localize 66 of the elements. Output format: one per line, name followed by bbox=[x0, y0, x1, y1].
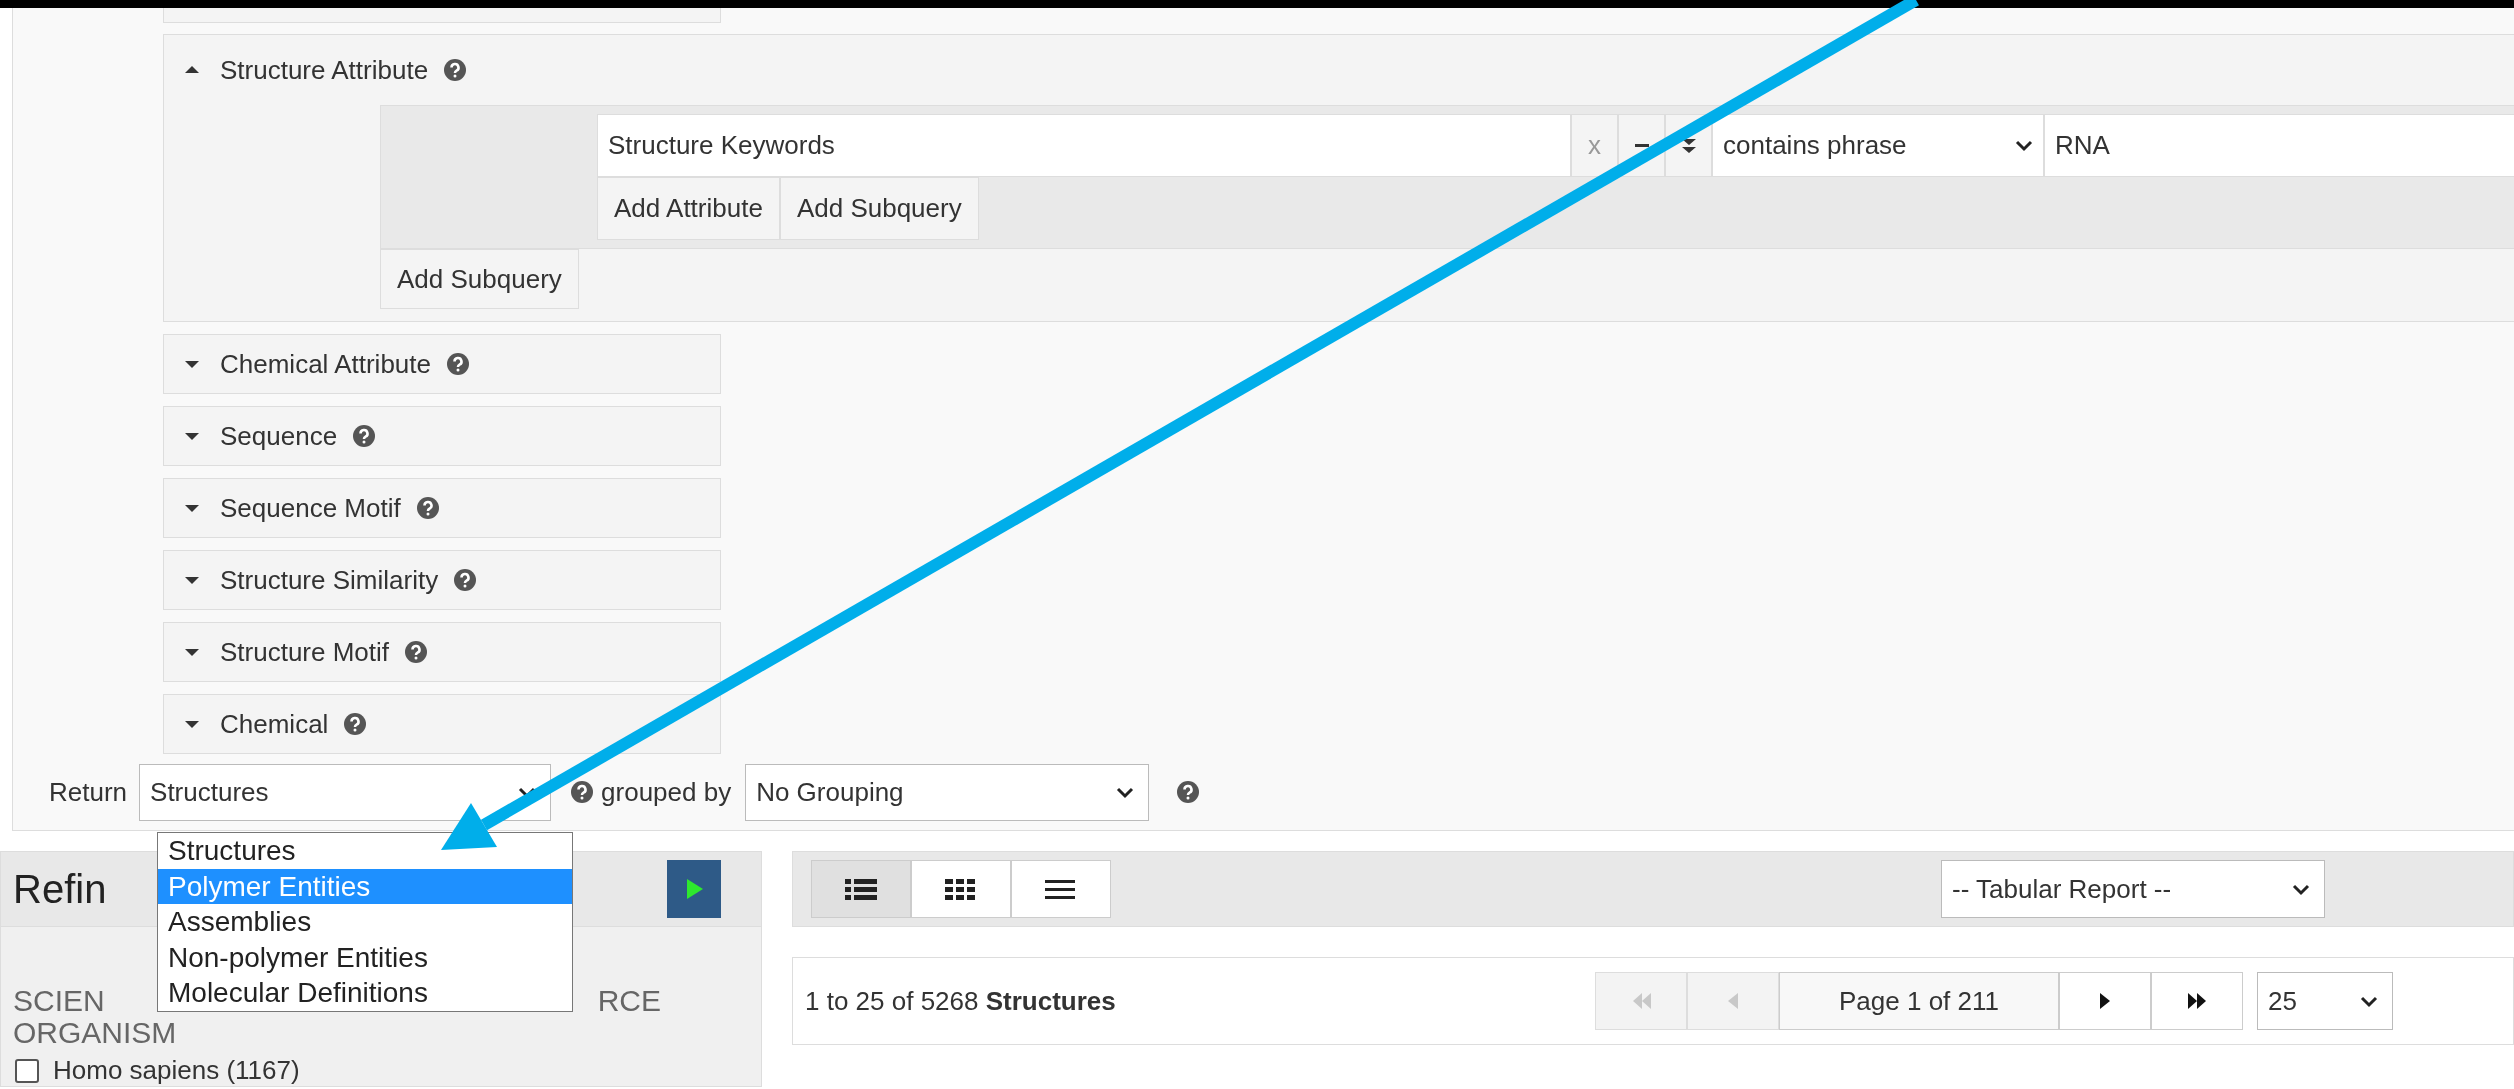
double-left-icon bbox=[1631, 992, 1651, 1010]
help-icon[interactable] bbox=[444, 59, 467, 81]
dropdown-option[interactable]: Structures bbox=[158, 833, 572, 869]
play-icon bbox=[685, 878, 703, 900]
help-icon[interactable] bbox=[353, 425, 376, 447]
help-icon[interactable] bbox=[416, 497, 439, 519]
dropdown-option[interactable]: Assemblies bbox=[158, 904, 572, 940]
dropdown-option[interactable]: Non-polymer Entities bbox=[158, 939, 572, 975]
return-select[interactable]: Structures bbox=[139, 763, 552, 821]
double-caret-icon bbox=[1680, 137, 1697, 154]
help-icon[interactable] bbox=[1177, 781, 1200, 803]
per-page-select[interactable]: 25 bbox=[2257, 972, 2393, 1030]
checkbox[interactable] bbox=[15, 1058, 39, 1083]
panel-title: Chemical bbox=[220, 708, 329, 740]
panel-title: Sequence bbox=[220, 420, 338, 452]
report-select[interactable]: -- Tabular Report -- bbox=[1941, 860, 2325, 918]
view-mode-button[interactable] bbox=[811, 860, 911, 918]
accordion-header[interactable]: Chemical bbox=[163, 694, 721, 754]
help-icon[interactable] bbox=[454, 569, 477, 591]
grouping-select[interactable]: No Grouping bbox=[745, 763, 1150, 821]
accordion-header[interactable]: Structure Motif bbox=[163, 622, 721, 682]
minus-icon bbox=[1634, 144, 1649, 147]
panel-title: Sequence Motif bbox=[220, 492, 401, 524]
help-icon[interactable] bbox=[571, 781, 594, 803]
page-indicator[interactable]: Page 1 of 211 bbox=[1779, 972, 2059, 1030]
help-icon[interactable] bbox=[344, 713, 367, 735]
grouped-by-label: grouped by bbox=[601, 776, 732, 808]
view-mode-button[interactable] bbox=[1011, 860, 1111, 918]
add-button[interactable]: Add Subquery bbox=[779, 177, 979, 240]
add-subquery-button[interactable]: Add Subquery bbox=[380, 249, 579, 309]
facet-title: ORGANISM bbox=[13, 1017, 177, 1049]
add-button[interactable]: Add Attribute bbox=[597, 177, 780, 240]
run-button[interactable] bbox=[667, 860, 721, 918]
results-summary: 1 to 25 of 5268 Structures bbox=[805, 985, 1117, 1017]
dropdown-option[interactable]: Molecular Definitions bbox=[158, 975, 572, 1011]
accordion-header[interactable]: Sequence bbox=[163, 406, 721, 466]
accordion-header[interactable]: Structure Similarity bbox=[163, 550, 721, 610]
chevron-icon bbox=[2292, 882, 2310, 896]
facet-title: RCE bbox=[597, 985, 662, 1017]
chevron-icon bbox=[2360, 994, 2378, 1008]
panel-title: Structure Similarity bbox=[220, 564, 439, 596]
accordion-header[interactable]: Sequence Motif bbox=[163, 478, 721, 538]
accordion-header[interactable]: Chemical Attribute bbox=[163, 334, 721, 394]
panel-title: Structure Motif bbox=[220, 636, 390, 668]
chevron-icon bbox=[2015, 139, 2033, 152]
help-icon[interactable] bbox=[405, 641, 428, 663]
value-field[interactable]: RNA bbox=[2044, 114, 2514, 177]
list-icon bbox=[1045, 878, 1077, 900]
accordion-header[interactable]: Structure Attribute bbox=[164, 35, 2514, 105]
facet-label[interactable]: Homo sapiens (1167) bbox=[53, 1055, 300, 1086]
panel-title: Refin bbox=[13, 866, 107, 912]
panel-title: Structure Attribute bbox=[220, 54, 429, 86]
help-icon[interactable] bbox=[447, 353, 469, 375]
pager-button[interactable] bbox=[2151, 972, 2243, 1030]
detailed-list-icon bbox=[845, 878, 877, 900]
double-right-icon bbox=[2187, 992, 2207, 1010]
operator-select[interactable]: contains phrase bbox=[1712, 114, 2044, 177]
view-mode-button[interactable] bbox=[911, 860, 1011, 918]
grid-icon bbox=[945, 878, 977, 900]
chevron-icon bbox=[1116, 785, 1135, 799]
left-triangle-icon bbox=[1726, 992, 1740, 1010]
return-label: Return bbox=[49, 776, 128, 808]
right-triangle-icon bbox=[2098, 992, 2112, 1010]
panel-title: Chemical Attribute bbox=[220, 348, 431, 380]
facet-title: SCIEN bbox=[13, 985, 105, 1017]
attribute-field[interactable]: Structure Keywords bbox=[597, 114, 1571, 177]
